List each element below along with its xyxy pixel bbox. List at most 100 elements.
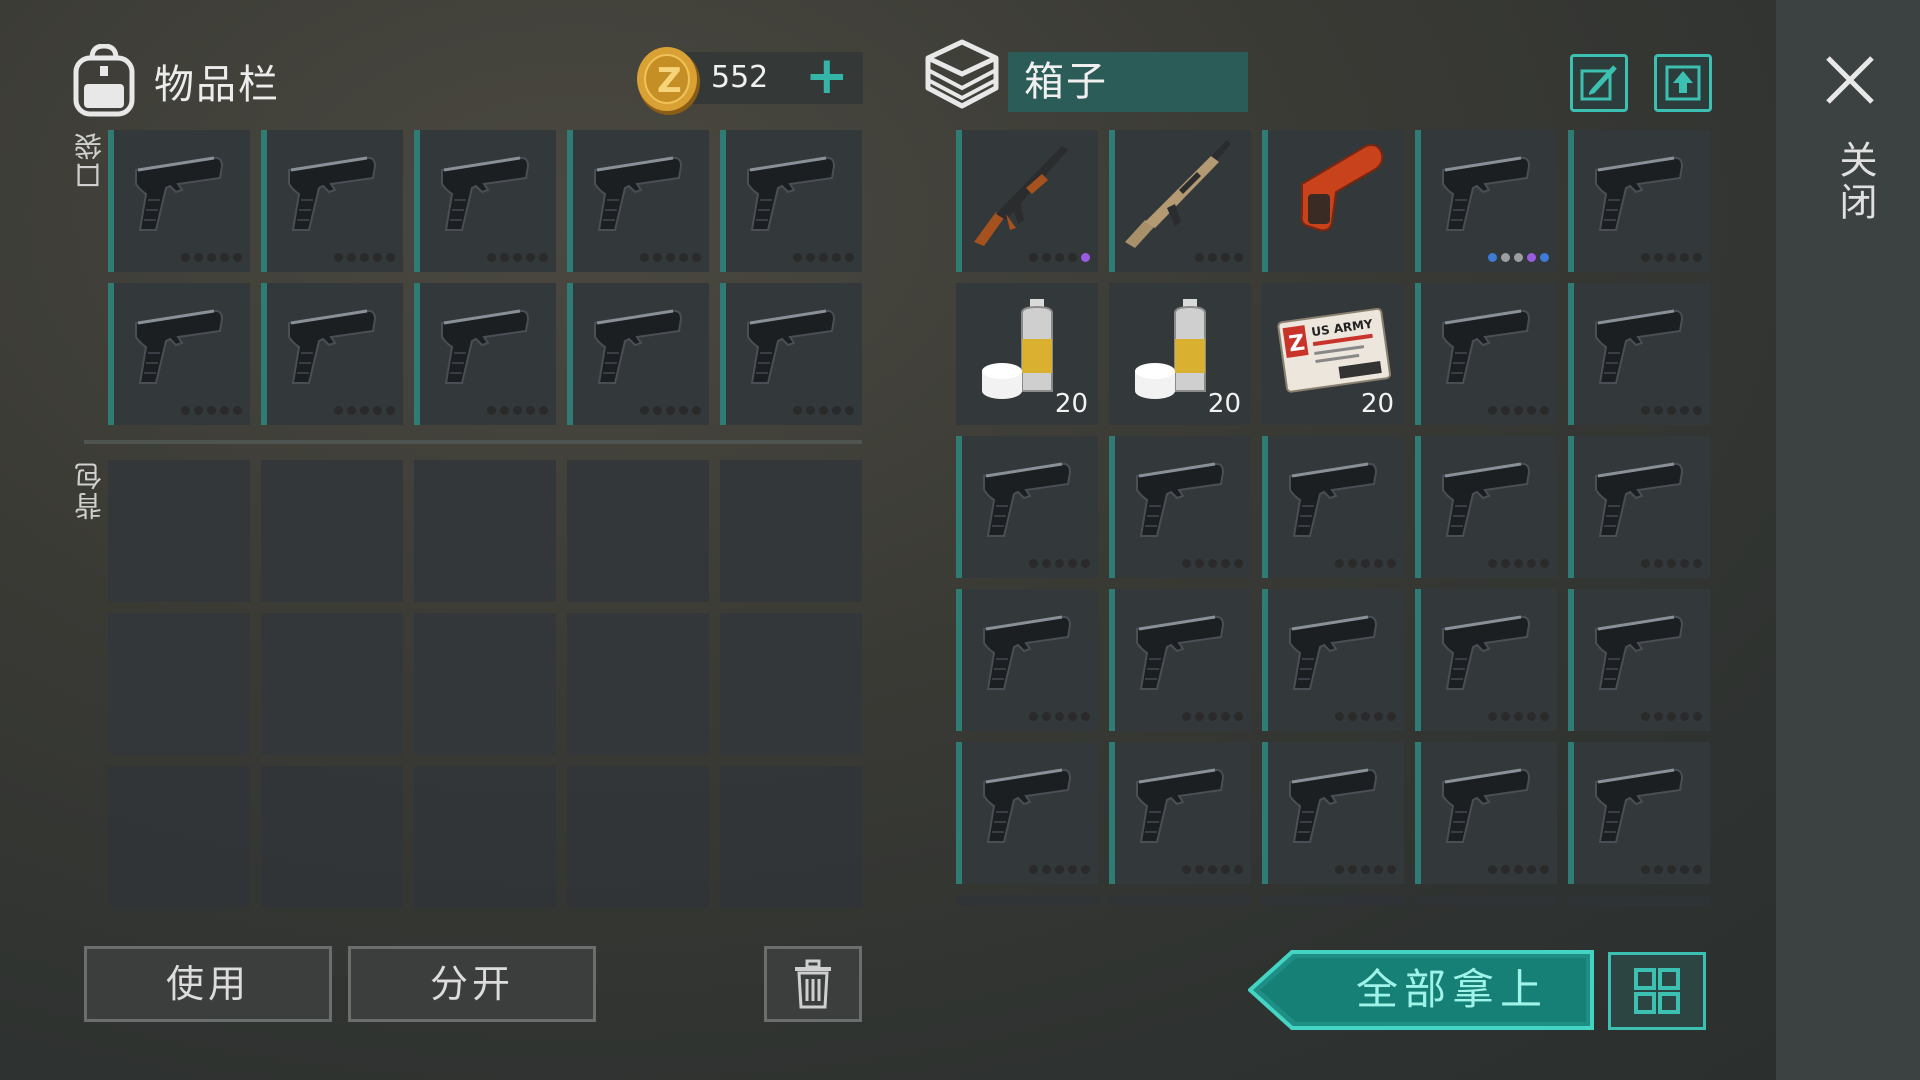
pistol-icon [135, 309, 224, 384]
pistol-icon [594, 156, 683, 231]
pistol-icon [1442, 768, 1531, 843]
backpack-grid [108, 460, 862, 908]
box-slot-pistol-12[interactable] [1109, 436, 1251, 578]
box-slot-pistol-15[interactable] [1568, 436, 1710, 578]
box-icon [922, 36, 1002, 116]
pistol-icon [1136, 615, 1225, 690]
backpack-slot-empty[interactable] [567, 766, 709, 908]
backpack-slot-empty[interactable] [414, 460, 556, 602]
box-slot-pistol-5[interactable] [1568, 130, 1710, 272]
item-quantity: 20 [1360, 389, 1394, 419]
durability-dots [1488, 559, 1549, 568]
pistol-icon [1595, 768, 1684, 843]
durability-dots [487, 406, 548, 415]
box-slot-flaregun-3[interactable] [1262, 130, 1404, 272]
box-slot-pistol-20[interactable] [1568, 589, 1710, 731]
take-all-label[interactable]: 全部拿上 [1310, 950, 1594, 1030]
box-slot-pistol-17[interactable] [1109, 589, 1251, 731]
box-slot-empty[interactable] [1415, 895, 1557, 906]
backpack-slot-empty[interactable] [414, 766, 556, 908]
box-slot-pistol-25[interactable] [1568, 742, 1710, 884]
use-button[interactable]: 使用 [84, 946, 332, 1022]
pocket-slot-pistol-7[interactable] [261, 283, 403, 425]
box-slot-pistol-9[interactable] [1415, 283, 1557, 425]
backpack-slot-empty[interactable] [414, 613, 556, 755]
durability-dots [1641, 253, 1702, 262]
box-slot-pistol-16[interactable] [956, 589, 1098, 731]
box-slot-pistol-21[interactable] [956, 742, 1098, 884]
box-slot-pistol-19[interactable] [1415, 589, 1557, 731]
pistol-icon [594, 309, 683, 384]
backpack-slot-empty[interactable] [720, 613, 862, 755]
pistol-icon [441, 309, 530, 384]
durability-dots [334, 406, 395, 415]
box-slot-pistol-22[interactable] [1109, 742, 1251, 884]
pocket-slot-pistol-4[interactable] [567, 130, 709, 272]
pistol-icon [441, 156, 530, 231]
pocket-slot-pistol-6[interactable] [108, 283, 250, 425]
close-label[interactable]: 关闭 [1828, 140, 1883, 224]
backpack-slot-empty[interactable] [261, 613, 403, 755]
durability-dots [1029, 712, 1090, 721]
backpack-slot-empty[interactable] [720, 766, 862, 908]
backpack-slot-empty[interactable] [261, 766, 403, 908]
durability-dots [793, 406, 854, 415]
split-button[interactable]: 分开 [348, 946, 596, 1022]
box-slot-empty[interactable] [1109, 895, 1251, 906]
backpack-slot-empty[interactable] [261, 460, 403, 602]
pocket-slot-pistol-10[interactable] [720, 283, 862, 425]
box-slot-rifle-2[interactable] [1109, 130, 1251, 272]
durability-dots [334, 253, 395, 262]
backpack-slot-empty[interactable] [108, 613, 250, 755]
box-slot-pistol-23[interactable] [1262, 742, 1404, 884]
coin-amount: 552 [711, 60, 769, 95]
box-slot-pistol-11[interactable] [956, 436, 1098, 578]
backpack-slot-empty[interactable] [108, 766, 250, 908]
box-slot-pistol-18[interactable] [1262, 589, 1404, 731]
backpack-slot-empty[interactable] [567, 460, 709, 602]
box-slot-pistol-13[interactable] [1262, 436, 1404, 578]
box-slot-pistol-4[interactable] [1415, 130, 1557, 272]
sort-button[interactable] [1608, 952, 1706, 1030]
box-slot-empty[interactable] [956, 895, 1098, 906]
pocket-slot-pistol-5[interactable] [720, 130, 862, 272]
box-slot-paint-7[interactable]: 20 [1109, 283, 1251, 425]
backpack-slot-empty[interactable] [720, 460, 862, 602]
backpack-slot-empty[interactable] [108, 460, 250, 602]
section-divider [84, 440, 862, 444]
pistol-icon [747, 309, 836, 384]
box-slot-paint-6[interactable]: 20 [956, 283, 1098, 425]
pistol-icon [1442, 309, 1531, 384]
backpack-label: 背包 [73, 460, 106, 520]
pistol-icon [1442, 156, 1531, 231]
box-slot-card-8[interactable]: Z US ARMY 20 [1262, 283, 1404, 425]
inventory-title: 物品栏 [154, 62, 280, 108]
durability-dots [487, 253, 548, 262]
pocket-slot-pistol-3[interactable] [414, 130, 556, 272]
rifle-icon [1125, 140, 1231, 248]
durability-dots [1029, 865, 1090, 874]
box-slot-pistol-24[interactable] [1415, 742, 1557, 884]
box-slot-pistol-10[interactable] [1568, 283, 1710, 425]
pocket-slot-pistol-1[interactable] [108, 130, 250, 272]
pocket-slot-pistol-9[interactable] [567, 283, 709, 425]
backpack-slot-empty[interactable] [567, 613, 709, 755]
coin-counter: Z 552 + [635, 44, 863, 115]
durability-dots [1029, 559, 1090, 568]
pocket-slot-pistol-8[interactable] [414, 283, 556, 425]
box-slot-empty[interactable] [1568, 895, 1710, 906]
box-slot-pistol-14[interactable] [1415, 436, 1557, 578]
close-button[interactable] [1822, 52, 1878, 108]
add-coins-button[interactable]: + [805, 46, 849, 106]
box-slot-empty[interactable] [1262, 895, 1404, 906]
pistol-icon [1595, 156, 1684, 231]
coin-icon: Z [637, 47, 700, 115]
pistol-icon [983, 462, 1072, 537]
durability-dots [1182, 865, 1243, 874]
rename-button[interactable] [1570, 54, 1628, 112]
trash-button[interactable] [764, 946, 862, 1022]
pocket-slot-pistol-2[interactable] [261, 130, 403, 272]
upload-button[interactable] [1654, 54, 1712, 112]
box-slot-ak-1[interactable] [956, 130, 1098, 272]
durability-dots [1182, 712, 1243, 721]
